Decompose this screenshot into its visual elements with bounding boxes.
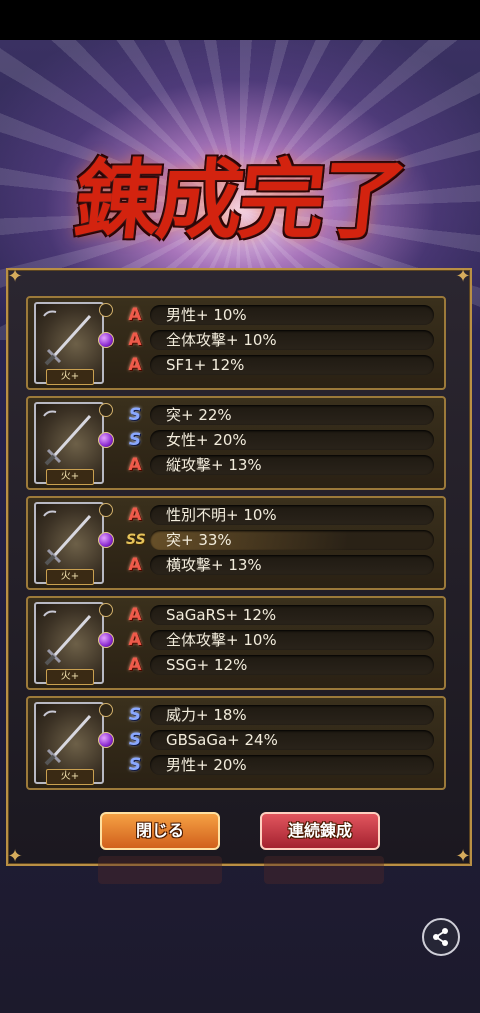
sword-icon [43, 710, 92, 766]
stat-text: 全体攻撃+ 10% [166, 631, 277, 649]
stat-text: 縦攻撃+ 13% [166, 456, 262, 474]
stat-text: 全体攻撃+ 10% [166, 331, 277, 349]
sword-icon [43, 510, 92, 566]
stat-line: A 性別不明+ 10% [126, 504, 434, 526]
weapon-card[interactable]: 火+ [34, 402, 104, 485]
element-badge: 火+ [46, 569, 94, 585]
corner-ornament-icon: ✦ [7, 266, 23, 287]
rank-icon: A [128, 555, 142, 575]
status-bar [0, 0, 480, 40]
element-badge: 火+ [46, 369, 94, 385]
stat-line: A SSG+ 12% [126, 654, 434, 676]
rank-icon: A [128, 305, 142, 325]
stat-text: GBSaGa+ 24% [166, 731, 278, 749]
rank-icon: A [128, 605, 142, 625]
stat-text: 男性+ 10% [166, 306, 247, 324]
stat-line: A 横攻撃+ 13% [126, 554, 434, 576]
stat-line: A SF1+ 12% [126, 354, 434, 376]
weapon-card[interactable]: 火+ [34, 702, 104, 785]
page-title: 錬成完了 [69, 150, 409, 251]
stat-text: 突+ 33% [166, 531, 232, 549]
share-button[interactable] [422, 918, 460, 956]
rank-icon: A [128, 655, 142, 675]
stat-line: A 全体攻撃+ 10% [126, 629, 434, 651]
corner-ornament-icon: ✦ [7, 846, 23, 867]
stat-text: 突+ 22% [166, 406, 232, 424]
gem-icon [98, 432, 114, 448]
weapon-card[interactable]: 火+ [34, 602, 104, 685]
continue-forge-button[interactable]: 連続錬成 [260, 812, 380, 850]
button-shadow [98, 856, 222, 884]
stat-text: 男性+ 20% [166, 756, 247, 774]
stat-text: SSG+ 12% [166, 656, 248, 674]
stat-line: A 縦攻撃+ 13% [126, 454, 434, 476]
rank-icon: S [128, 705, 142, 725]
slot-knob-icon [99, 403, 113, 417]
element-badge: 火+ [46, 769, 94, 785]
sword-icon [43, 410, 92, 466]
slot-knob-icon [99, 303, 113, 317]
rank-icon: A [128, 455, 142, 475]
element-badge: 火+ [46, 669, 94, 685]
stat-text: 性別不明+ 10% [166, 506, 277, 524]
gem-icon [98, 632, 114, 648]
stat-text: 横攻撃+ 13% [166, 556, 262, 574]
stat-text: SF1+ 12% [166, 356, 245, 374]
gem-icon [98, 732, 114, 748]
stat-line: S 威力+ 18% [126, 704, 434, 726]
weapon-card[interactable]: 火+ [34, 302, 104, 385]
sword-icon [43, 310, 92, 366]
stat-text: 威力+ 18% [166, 706, 247, 724]
stat-line: A 男性+ 10% [126, 304, 434, 326]
rank-icon: A [128, 355, 142, 375]
stat-line: S 突+ 22% [126, 404, 434, 426]
gem-icon [98, 332, 114, 348]
sword-icon [43, 610, 92, 666]
stat-line: S GBSaGa+ 24% [126, 729, 434, 751]
button-shadow [264, 856, 384, 884]
stat-line: S 女性+ 20% [126, 429, 434, 451]
stat-line: A 全体攻撃+ 10% [126, 329, 434, 351]
weapon-row: 火+ A 男性+ 10% A 全体攻撃+ 10% A SF1+ 12% [26, 296, 446, 390]
rank-icon: S [128, 405, 142, 425]
rank-icon: A [128, 330, 142, 350]
rank-icon: S [128, 730, 142, 750]
stat-line: SS 突+ 33% [126, 529, 434, 551]
slot-knob-icon [99, 503, 113, 517]
element-badge: 火+ [46, 469, 94, 485]
slot-knob-icon [99, 603, 113, 617]
stat-line: S 男性+ 20% [126, 754, 434, 776]
rank-icon: A [128, 630, 142, 650]
share-icon [433, 928, 448, 946]
weapon-row: 火+ S 威力+ 18% S GBSaGa+ 24% S 男性+ 20% [26, 696, 446, 790]
weapon-row: 火+ A SaGaRS+ 12% A 全体攻撃+ 10% A SSG+ 12% [26, 596, 446, 690]
stat-line: A SaGaRS+ 12% [126, 604, 434, 626]
weapon-card[interactable]: 火+ [34, 502, 104, 585]
corner-ornament-icon: ✦ [455, 266, 471, 287]
rank-icon: S [128, 755, 142, 775]
close-button[interactable]: 閉じる [100, 812, 220, 850]
gem-icon [98, 532, 114, 548]
rank-icon: SS [126, 532, 146, 548]
rank-icon: A [128, 505, 142, 525]
stat-text: SaGaRS+ 12% [166, 606, 277, 624]
rank-icon: S [128, 430, 142, 450]
weapon-row: 火+ A 性別不明+ 10% SS 突+ 33% A 横攻撃+ 13% [26, 496, 446, 590]
slot-knob-icon [99, 703, 113, 717]
stat-text: 女性+ 20% [166, 431, 247, 449]
corner-ornament-icon: ✦ [455, 846, 471, 867]
weapon-row: 火+ S 突+ 22% S 女性+ 20% A 縦攻撃+ 13% [26, 396, 446, 490]
